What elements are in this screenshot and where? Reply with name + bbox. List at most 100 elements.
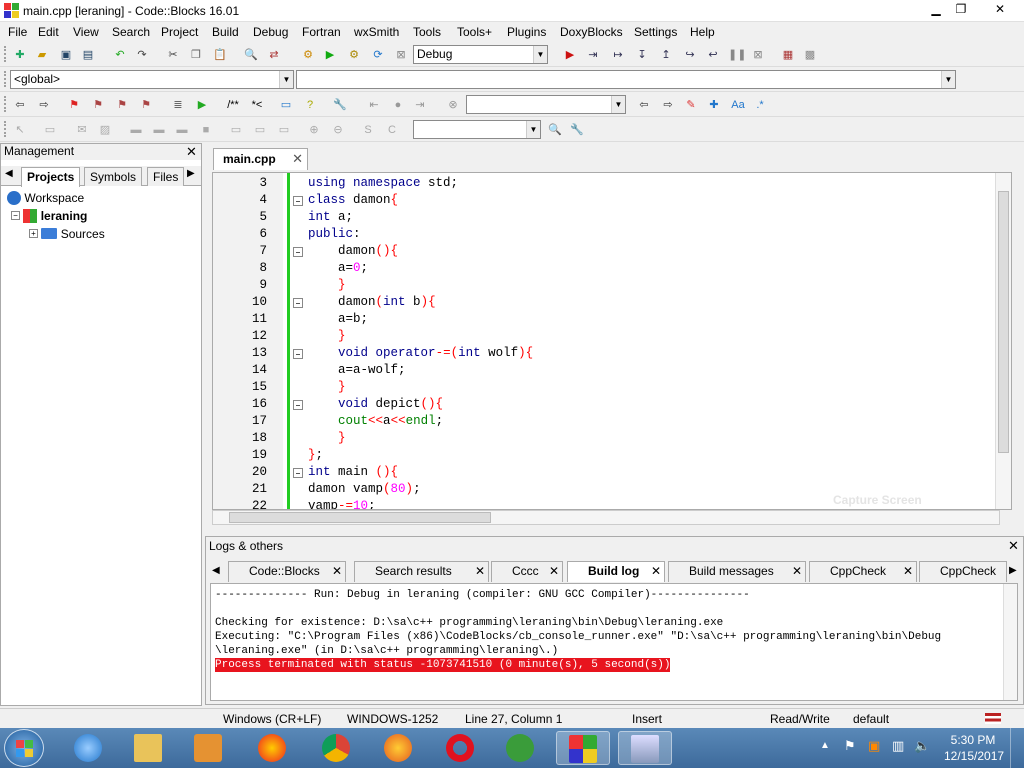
menu-help[interactable]: Help xyxy=(690,25,715,39)
tab-cccc[interactable]: Cccc ✕ xyxy=(491,561,563,582)
tab-scroll-left-icon[interactable]: ◀ xyxy=(212,565,220,576)
menu-file[interactable]: File xyxy=(8,25,27,39)
debug-windows-icon[interactable]: ▦ xyxy=(780,47,796,63)
panel4-icon[interactable]: ■ xyxy=(198,122,214,138)
panel-icon[interactable]: ▬ xyxy=(128,122,144,138)
zoom-in-icon[interactable]: ⊕ xyxy=(306,122,322,138)
first-icon[interactable]: ⇤ xyxy=(366,97,382,113)
tray-app-icon[interactable]: ▣ xyxy=(868,738,880,754)
menu-plugins[interactable]: Plugins xyxy=(507,25,546,39)
comment-line-icon[interactable]: *< xyxy=(246,97,268,113)
save-all-icon[interactable]: ▤ xyxy=(80,47,96,63)
taskbar-chrome-alt-icon[interactable] xyxy=(246,731,300,765)
save-icon[interactable]: ▣ xyxy=(58,47,74,63)
taskbar-app-icon[interactable] xyxy=(618,731,672,765)
step-into-instruction-icon[interactable]: ↩ xyxy=(705,47,721,63)
debug-start-icon[interactable]: ▶ xyxy=(562,47,578,63)
bookmark-prev-icon[interactable]: ⚑ xyxy=(90,97,106,113)
stop-debug-icon[interactable]: ⊠ xyxy=(750,47,766,63)
menu-tools[interactable]: Tools xyxy=(413,25,441,39)
dialog-icon[interactable]: ▨ xyxy=(97,122,113,138)
taskbar-firefox-icon[interactable] xyxy=(372,731,426,765)
menu-settings[interactable]: Settings xyxy=(634,25,677,39)
comment-block-icon[interactable]: /** xyxy=(222,97,244,113)
fold-toggle-icon[interactable] xyxy=(293,298,303,308)
run-doxygen-icon[interactable]: ▶ xyxy=(194,97,210,113)
close-panel-icon[interactable]: ✕ xyxy=(186,144,197,160)
menu-project[interactable]: Project xyxy=(161,25,198,39)
paste-icon[interactable]: 📋 xyxy=(212,47,228,63)
collapse-icon[interactable]: − xyxy=(11,211,20,221)
panel2-icon[interactable]: ▬ xyxy=(151,122,167,138)
menu-edit[interactable]: Edit xyxy=(38,25,59,39)
debug-info-icon[interactable]: ▩ xyxy=(802,47,818,63)
back-arrow-icon[interactable]: ⇦ xyxy=(12,97,28,113)
build-log-output[interactable]: -------------- Run: Debug in leraning (c… xyxy=(210,583,1018,701)
tab-scroll-right-icon[interactable]: ▶ xyxy=(187,168,195,179)
menu-build[interactable]: Build xyxy=(212,25,239,39)
wrench-icon[interactable]: 🔧 xyxy=(569,122,585,138)
dot-icon[interactable]: ● xyxy=(390,97,406,113)
undo-icon[interactable]: ↶ xyxy=(112,47,128,63)
cut-icon[interactable]: ✂ xyxy=(165,47,181,63)
run-to-cursor-icon[interactable]: ⇥ xyxy=(585,47,601,63)
tab-build-log[interactable]: Build log ✕ xyxy=(567,561,665,582)
fold-toggle-icon[interactable] xyxy=(293,400,303,410)
maximize-button[interactable]: ❐ xyxy=(945,0,977,20)
network-icon[interactable]: ▥ xyxy=(892,738,904,754)
build-run-icon[interactable]: ⚙ xyxy=(346,47,362,63)
bookmark-toggle-icon[interactable]: ⚑ xyxy=(66,97,82,113)
s-icon[interactable]: S xyxy=(360,122,376,138)
c-icon[interactable]: C xyxy=(384,122,400,138)
show-desktop-button[interactable] xyxy=(1010,728,1024,768)
taskbar-explorer-icon[interactable] xyxy=(122,731,176,765)
resource2-icon[interactable]: ▭ xyxy=(252,122,268,138)
last-icon[interactable]: ⇥ xyxy=(412,97,428,113)
menu-doxyblocks[interactable]: DoxyBlocks xyxy=(560,25,623,39)
workspace-node[interactable]: Workspace xyxy=(7,190,84,205)
menu-wxsmith[interactable]: wxSmith xyxy=(354,25,399,39)
expand-icon[interactable]: + xyxy=(29,229,38,239)
taskbar-chrome-icon[interactable] xyxy=(310,731,364,765)
new-file-icon[interactable]: ✚ xyxy=(12,47,28,63)
menu-debug[interactable]: Debug xyxy=(253,25,288,39)
doxygen-search-select[interactable]: ▼ xyxy=(466,95,626,114)
incremental-search-input[interactable]: ▼ xyxy=(413,120,541,139)
tab-cppcheck[interactable]: CppCheck ✕ xyxy=(809,561,917,582)
rebuild-icon[interactable]: ⟳ xyxy=(370,47,386,63)
prev-arrow-icon[interactable]: ⇦ xyxy=(636,97,652,113)
next-instruction-icon[interactable]: ↪ xyxy=(682,47,698,63)
close-tab-icon[interactable]: ✕ xyxy=(292,149,303,169)
clock-time[interactable]: 5:30 PM xyxy=(948,733,998,747)
jump-icon[interactable]: ≣ xyxy=(170,97,186,113)
bookmark-clear-icon[interactable]: ⚑ xyxy=(138,97,154,113)
close-window-button[interactable]: ✕ xyxy=(982,0,1018,20)
pause-icon[interactable]: ❚❚ xyxy=(728,47,746,63)
tab-projects[interactable]: Projects xyxy=(21,167,81,187)
bookmark-next-icon[interactable]: ⚑ xyxy=(114,97,130,113)
resource3-icon[interactable]: ▭ xyxy=(276,122,292,138)
panel3-icon[interactable]: ▬ xyxy=(174,122,190,138)
taskbar-media-icon[interactable] xyxy=(182,731,236,765)
taskbar-ie-icon[interactable] xyxy=(62,731,116,765)
next-arrow-icon[interactable]: ⇨ xyxy=(660,97,676,113)
close-logs-icon[interactable]: ✕ xyxy=(1008,538,1019,554)
clear-icon[interactable]: ⊗ xyxy=(445,97,461,113)
run-icon[interactable]: ▶ xyxy=(322,47,338,63)
scroll-thumb[interactable] xyxy=(998,191,1009,453)
taskbar-codeblocks-icon[interactable] xyxy=(556,731,610,765)
step-into-icon[interactable]: ↧ xyxy=(634,47,650,63)
copy-icon[interactable]: ❐ xyxy=(188,47,204,63)
search-icon[interactable]: 🔍 xyxy=(547,122,563,138)
match-case-icon[interactable]: Aa xyxy=(728,97,748,113)
scope-select[interactable]: <global> ▼ xyxy=(10,70,294,89)
editor-horizontal-scrollbar[interactable] xyxy=(212,510,1000,525)
tab-build-messages[interactable]: Build messages ✕ xyxy=(668,561,806,582)
help-icon[interactable]: ? xyxy=(302,97,318,113)
mark-icon[interactable]: ✚ xyxy=(706,97,722,113)
symbol-select[interactable]: ▼ xyxy=(296,70,956,89)
tools-icon[interactable]: 🔧 xyxy=(332,97,348,113)
log-scrollbar[interactable] xyxy=(1003,584,1017,700)
abort-icon[interactable]: ⊠ xyxy=(393,47,409,63)
menu-search[interactable]: Search xyxy=(112,25,150,39)
